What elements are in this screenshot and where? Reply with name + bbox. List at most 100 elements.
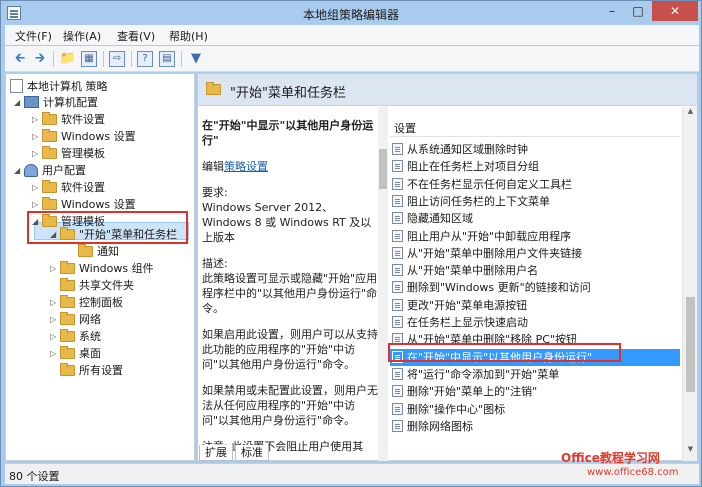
help-icon[interactable]: ? — [137, 51, 153, 67]
expand-arrow-icon[interactable]: ▷ — [50, 264, 60, 273]
settings-scroll-thumb[interactable] — [686, 297, 695, 392]
policy-setting-icon — [392, 160, 403, 173]
up-folder-icon[interactable]: 📁 — [59, 50, 77, 68]
tree-node-cc-admin[interactable]: ▷ 管理模板 — [32, 145, 105, 162]
tree-node-network[interactable]: ▷ 网络 — [50, 311, 101, 328]
folder-icon — [42, 128, 57, 142]
expand-arrow-icon[interactable]: ▷ — [50, 298, 60, 307]
navigation-tree[interactable]: 本地计算机 策略 ◢ 计算机配置 ▷ 软件设置 ▷ Windows 设置 ▷ 管理模板 … — [5, 73, 195, 461]
setting-row[interactable]: 阻止在任务栏上对项目分组 — [390, 158, 680, 175]
tree-node-desktop[interactable]: ▷ 桌面 — [50, 345, 101, 362]
setting-row[interactable]: 从系统通知区域删除时钟 — [390, 141, 680, 158]
requirements: 要求: Windows Server 2012、Windows 8 或 Windo… — [202, 186, 372, 244]
tree-node-system[interactable]: ▷ 系统 — [50, 328, 101, 345]
setting-row[interactable]: 更改"开始"菜单电源按钮 — [390, 297, 680, 314]
folder-icon — [206, 82, 221, 95]
scroll-up-arrow-icon[interactable]: ▲ — [683, 107, 698, 121]
policy-setting-icon — [392, 264, 403, 277]
policy-setting-icon — [392, 143, 403, 155]
menu-view[interactable]: 查看(V) — [117, 28, 155, 44]
details-pane: "开始"菜单和任务栏 在"开始"中显示"以其他用户身份运行" 编辑策略设置 要求… — [197, 73, 698, 461]
menu-help[interactable]: 帮助(H) — [169, 28, 208, 44]
expand-arrow-icon[interactable]: ▷ — [32, 183, 42, 192]
setting-row-label: 阻止访问任务栏的上下文菜单 — [407, 194, 550, 208]
setting-row[interactable]: 阻止用户从"开始"中卸载应用程序 — [390, 228, 680, 245]
forward-arrow-icon[interactable]: 🡲 — [31, 50, 49, 68]
expand-arrow-icon[interactable]: ▷ — [32, 115, 42, 124]
edit-policy-link[interactable]: 策略设置 — [224, 160, 268, 173]
setting-row[interactable]: 不在任务栏显示任何自定义工具栏 — [390, 176, 680, 193]
expand-arrow-icon[interactable]: ▷ — [50, 332, 60, 341]
setting-row-label: 删除网络图标 — [407, 419, 473, 433]
tree-node-win-components[interactable]: ▷ Windows 组件 — [50, 260, 154, 277]
collapse-arrow-icon[interactable]: ◢ — [14, 166, 24, 175]
settings-list[interactable]: 设置 从系统通知区域删除时钟阻止在任务栏上对项目分组不在任务栏显示任何自定义工具… — [390, 107, 697, 461]
settings-scrollbar[interactable]: ▲ ▼ — [682, 107, 697, 461]
policy-setting-icon — [392, 402, 403, 415]
tree-node-computer-config[interactable]: ◢ 计算机配置 — [14, 94, 98, 111]
tree-node-shared-folders[interactable]: 共享文件夹 — [60, 277, 134, 294]
tree-node-cc-windows[interactable]: ▷ Windows 设置 — [32, 128, 136, 145]
setting-row-label: 不在任务栏显示任何自定义工具栏 — [407, 177, 572, 191]
setting-row-label: 隐藏通知区域 — [407, 212, 473, 226]
tree-node-control-panel[interactable]: ▷ 控制面板 — [50, 294, 123, 311]
toolbar-separator — [53, 51, 54, 67]
setting-row-label: 删除到"Windows 更新"的链接和访问 — [407, 281, 591, 295]
show-hide-tree-icon[interactable]: ▦ — [81, 51, 97, 67]
expand-arrow-icon[interactable]: ▷ — [50, 315, 60, 324]
expand-arrow-icon[interactable]: ▷ — [32, 200, 42, 209]
minimize-button[interactable]: – — [599, 1, 625, 21]
setting-row[interactable]: 阻止访问任务栏的上下文菜单 — [390, 193, 680, 210]
menu-file[interactable]: 文件(F) — [15, 28, 52, 44]
details-header: "开始"菜单和任务栏 — [198, 74, 697, 106]
setting-row[interactable]: 删除"操作中心"图标 — [390, 401, 680, 418]
toolbar-separator — [181, 51, 182, 67]
tree-node-root[interactable]: 本地计算机 策略 — [10, 78, 108, 95]
filter-icon[interactable]: ▼ — [187, 50, 205, 68]
description-scrollbar[interactable] — [378, 107, 388, 461]
tree-node-user-config[interactable]: ◢ 用户配置 — [14, 162, 86, 179]
tree-node-cc-software[interactable]: ▷ 软件设置 — [32, 111, 105, 128]
folder-icon — [78, 243, 93, 257]
properties-icon[interactable]: ▤ — [159, 51, 175, 67]
tree-node-uc-software[interactable]: ▷ 软件设置 — [32, 179, 105, 196]
back-arrow-icon[interactable]: 🡰 — [11, 50, 29, 68]
tab-extended[interactable]: 扩展 — [199, 445, 233, 461]
setting-row[interactable]: 在任务栏上显示快速启动 — [390, 314, 680, 331]
setting-row[interactable]: 删除到"Windows 更新"的链接和访问 — [390, 279, 680, 296]
setting-row[interactable]: 从"开始"菜单中删除用户文件夹链接 — [390, 245, 680, 262]
setting-row-label: 阻止用户从"开始"中卸载应用程序 — [407, 229, 572, 243]
title-bar: 本地组策略编辑器 – □ ✕ — [1, 1, 701, 25]
tree-node-notify[interactable]: 通知 — [78, 243, 119, 260]
maximize-button[interactable]: □ — [625, 1, 651, 21]
close-button[interactable]: ✕ — [652, 1, 698, 21]
export-list-icon[interactable]: ⇨ — [109, 51, 125, 67]
folder-icon — [60, 345, 75, 359]
view-tabs: 扩展 标准 — [197, 445, 397, 461]
scroll-down-arrow-icon[interactable]: ▼ — [683, 445, 698, 459]
policy-setting-icon — [392, 194, 403, 207]
setting-row-label: 将"运行"命令添加到"开始"菜单 — [407, 367, 560, 381]
setting-row[interactable]: 删除网络图标 — [390, 418, 680, 435]
highlight-annotation-box — [388, 343, 621, 362]
tab-standard[interactable]: 标准 — [235, 445, 269, 461]
highlight-annotation-box — [27, 211, 188, 244]
collapse-arrow-icon[interactable]: ◢ — [14, 98, 24, 107]
computer-icon — [24, 96, 39, 108]
expand-arrow-icon[interactable]: ▷ — [32, 149, 42, 158]
tree-node-all-settings[interactable]: 所有设置 — [60, 362, 123, 379]
toolbar: 🡰 🡲 📁 ▦ ⇨ ? ▤ ▼ — [5, 46, 699, 72]
setting-row[interactable]: 从"开始"菜单中删除用户名 — [390, 262, 680, 279]
setting-row-label: 阻止在任务栏上对项目分组 — [407, 160, 539, 174]
window-title: 本地组策略编辑器 — [302, 8, 399, 22]
policy-setting-icon — [392, 385, 403, 398]
setting-row[interactable]: 将"运行"命令添加到"开始"菜单 — [390, 366, 680, 383]
description-scroll-thumb[interactable] — [379, 149, 387, 189]
setting-row[interactable]: 隐藏通知区域 — [390, 210, 680, 227]
column-header-setting[interactable]: 设置 — [390, 117, 680, 137]
setting-row[interactable]: 删除"开始"菜单上的"注销" — [390, 383, 680, 400]
expand-arrow-icon[interactable]: ▷ — [50, 349, 60, 358]
expand-arrow-icon[interactable]: ▷ — [32, 132, 42, 141]
policy-setting-icon — [392, 177, 403, 190]
menu-action[interactable]: 操作(A) — [63, 28, 101, 44]
